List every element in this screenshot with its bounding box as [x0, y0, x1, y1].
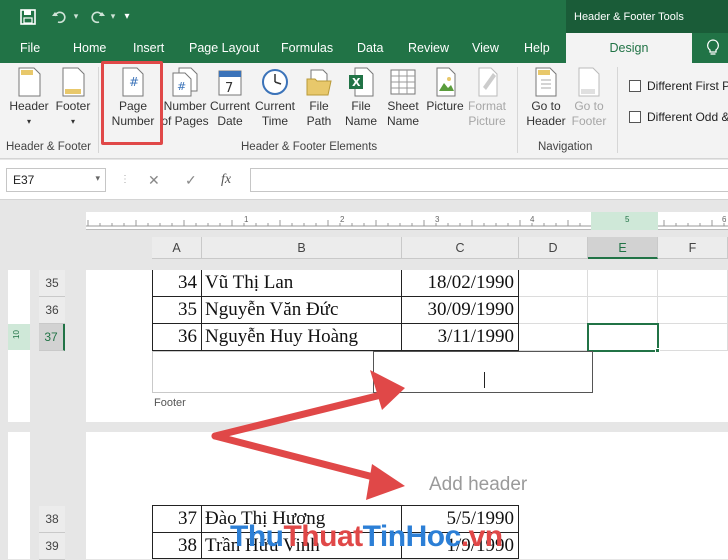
arrow-to-footer [211, 390, 389, 440]
arrowhead-icon [366, 464, 405, 500]
arrow-to-header [211, 432, 389, 484]
watermark-logo: ThuThuatTinHoc.vn [230, 520, 503, 553]
annotation-arrows [211, 370, 405, 500]
arrowhead-icon [370, 370, 405, 410]
